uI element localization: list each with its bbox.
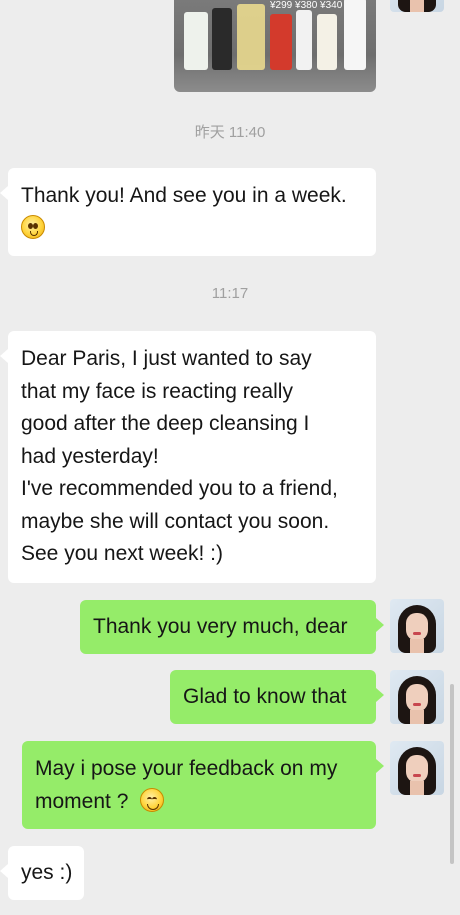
user-avatar[interactable] [390, 0, 444, 12]
message-text: maybe she will contact you soon. [21, 509, 330, 533]
shared-product-photo[interactable]: ¥299 ¥380 ¥340 [174, 0, 376, 92]
product-bottle [317, 14, 337, 70]
product-bottle [344, 0, 366, 70]
message-text: good after the deep cleansing I [21, 412, 310, 435]
message-text: Thank you! And see you in a week. [21, 184, 347, 207]
product-bottle [184, 12, 208, 70]
user-avatar[interactable] [390, 670, 444, 724]
message-text: Glad to know that [183, 685, 347, 708]
message-text: that my face is reacting really [21, 379, 293, 403]
message-text: had yesterday! [21, 444, 159, 468]
flushed-face-emoji-icon [21, 214, 45, 239]
message-bubble-incoming[interactable]: Thank you! And see you in a week. [0, 168, 376, 256]
message-bubble-outgoing[interactable]: Glad to know that [170, 670, 384, 724]
message-text: moment ? [35, 789, 129, 813]
user-avatar[interactable] [390, 599, 444, 653]
message-bubble-incoming[interactable]: Dear Paris, I just wanted to say that my… [0, 331, 376, 583]
message-text: Dear Paris, I just wanted to say [21, 347, 312, 370]
timestamp: 昨天 11:40 [194, 124, 266, 141]
user-avatar[interactable] [390, 741, 444, 795]
product-bottle [296, 10, 312, 70]
message-text: May i pose your feedback on my [35, 757, 338, 780]
product-bottle [270, 14, 292, 70]
message-text: Thank you very much, dear [93, 615, 348, 638]
message-text: yes :) [21, 861, 73, 884]
message-bubble-outgoing[interactable]: Thank you very much, dear [80, 600, 384, 654]
price-tags: ¥299 ¥380 ¥340 [270, 0, 343, 11]
message-bubble-incoming[interactable]: yes :) [0, 846, 84, 900]
message-text: I've recommended you to a friend, [21, 477, 338, 500]
product-bottle [237, 4, 265, 70]
message-text: See you next week! :) [21, 542, 223, 565]
message-bubble-outgoing[interactable]: May i pose your feedback on my moment ? [22, 741, 384, 829]
product-bottle [212, 8, 232, 70]
smiling-face-emoji-icon [140, 787, 165, 812]
timestamp: 11:17 [211, 285, 249, 302]
scrollbar[interactable] [450, 684, 454, 864]
